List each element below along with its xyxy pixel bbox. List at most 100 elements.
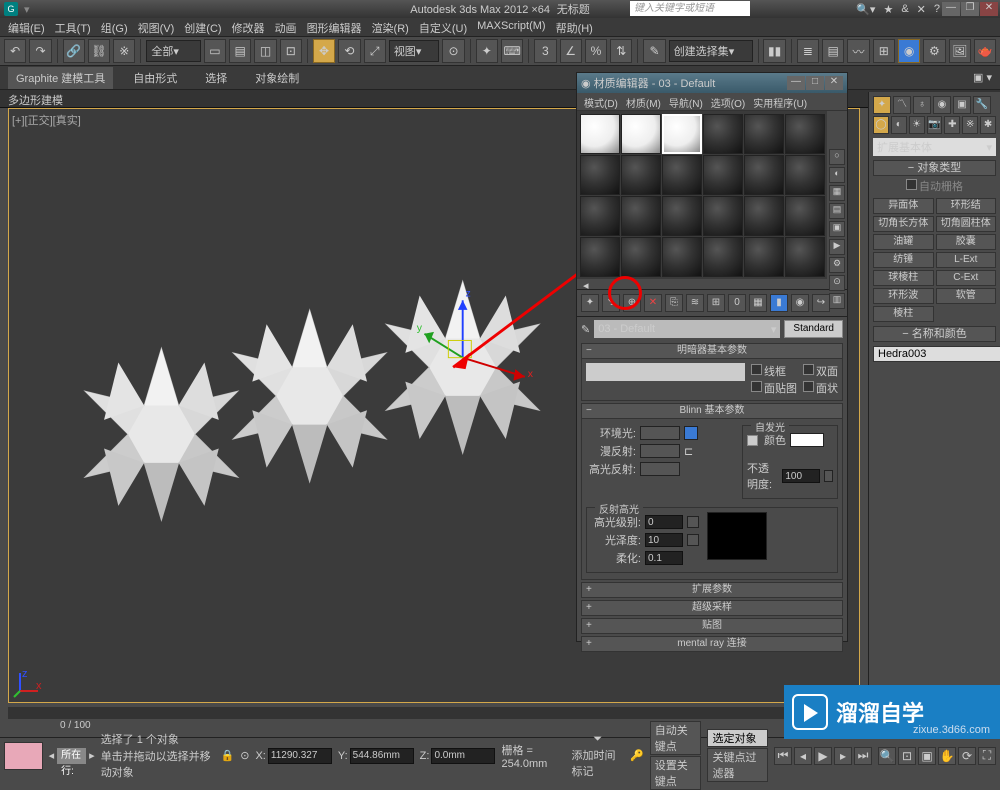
me-close-button[interactable]: ✕ (825, 76, 843, 90)
edit-named-sel-button[interactable]: ✎ (643, 39, 665, 63)
btn-lext[interactable]: L-Ext (936, 252, 997, 268)
two-sided-checkbox[interactable] (803, 364, 814, 375)
modify-tab[interactable]: 〽 (893, 96, 911, 114)
opacity-spinner[interactable] (782, 469, 820, 483)
infocenter[interactable]: 🔍▾ ★ & ✕ ? (856, 3, 940, 16)
material-slot-16[interactable] (703, 196, 743, 236)
me-menu-material[interactable]: 材质(M) (623, 93, 664, 110)
wire-checkbox[interactable] (751, 364, 762, 375)
timeline[interactable] (8, 707, 860, 719)
coord-y-input[interactable] (350, 748, 414, 764)
select-region-button[interactable]: ◫ (254, 39, 276, 63)
curve-editor-button[interactable]: 〰 (847, 39, 869, 63)
go-forward-button[interactable]: ↪ (812, 294, 830, 312)
supersampling-rollout[interactable]: 超级采样 (581, 600, 843, 616)
me-minimize-button[interactable]: — (787, 76, 805, 90)
material-slot-6[interactable] (785, 114, 825, 154)
display-tab[interactable]: ▣ (953, 96, 971, 114)
undo-button[interactable]: ↶ (4, 39, 26, 63)
manipulate-button[interactable]: ✦ (476, 39, 498, 63)
material-slot-4[interactable] (703, 114, 743, 154)
render-setup-button[interactable]: ⚙ (923, 39, 945, 63)
pivot-center-button[interactable]: ⊙ (442, 39, 464, 63)
reset-map-button[interactable]: ✕ (644, 294, 662, 312)
coord-x-input[interactable] (268, 748, 332, 764)
menu-animation[interactable]: 动画 (271, 18, 301, 36)
align-button[interactable]: ≣ (797, 39, 819, 63)
spacewarps-subtab[interactable]: ※ (962, 116, 978, 134)
extended-params-rollout[interactable]: 扩展参数 (581, 582, 843, 598)
btn-prism[interactable]: 棱柱 (873, 306, 934, 322)
menu-modifiers[interactable]: 修改器 (228, 18, 269, 36)
sign-in-icon[interactable]: & (901, 3, 908, 16)
material-slot-21[interactable] (662, 237, 702, 277)
put-to-scene-button[interactable]: ↘ (602, 294, 620, 312)
spec-level-map-button[interactable] (687, 516, 699, 528)
qat-arrow-icon[interactable]: ▾ (24, 3, 30, 16)
unlink-button[interactable]: ⛓ (88, 39, 110, 63)
make-unique-button[interactable]: ≋ (686, 294, 704, 312)
make-copy-button[interactable]: ⎘ (665, 294, 683, 312)
goto-start-button[interactable]: ⏮ (774, 747, 792, 765)
key-filter-selected-dropdown[interactable]: 选定对象 (707, 729, 768, 747)
select-by-mat-button[interactable]: ⊙ (829, 275, 845, 291)
helpers-subtab[interactable]: ✚ (944, 116, 960, 134)
menu-tools[interactable]: 工具(T) (51, 18, 95, 36)
exchange-icon[interactable]: ✕ (917, 3, 926, 16)
star-icon[interactable]: ★ (883, 3, 893, 16)
get-material-button[interactable]: ✦ (581, 294, 599, 312)
lock-selection-icon[interactable]: 🔒 (221, 749, 235, 762)
window-crossing-button[interactable]: ⊡ (280, 39, 302, 63)
material-slot-23[interactable] (744, 237, 784, 277)
render-frame-button[interactable]: 🖼 (949, 39, 971, 63)
goto-end-button[interactable]: ⏭ (854, 747, 872, 765)
material-slot-18[interactable] (785, 196, 825, 236)
material-slot-5[interactable] (744, 114, 784, 154)
background-button[interactable]: ▦ (829, 185, 845, 201)
me-menu-navigate[interactable]: 导航(N) (666, 93, 706, 110)
autogrid-checkbox[interactable] (906, 179, 917, 190)
snap-toggle-button[interactable]: 3 (534, 39, 556, 63)
material-slot-15[interactable] (662, 196, 702, 236)
ribbon-collapse-icon[interactable]: ▣ ▾ (973, 71, 992, 84)
material-slot-19[interactable] (580, 237, 620, 277)
named-sel-dropdown[interactable]: 创建选择集 ▾ (669, 40, 753, 62)
blinn-rollout-header[interactable]: Blinn 基本参数 (581, 403, 843, 419)
object-type-rollout[interactable]: − 对象类型 (873, 160, 996, 176)
btn-oiltank[interactable]: 油罐 (873, 234, 934, 250)
menu-edit[interactable]: 编辑(E) (4, 18, 49, 36)
soften-spinner[interactable] (645, 551, 683, 565)
render-button[interactable]: 🫖 (974, 39, 996, 63)
select-scale-button[interactable]: ⤢ (364, 39, 386, 63)
material-name-dropdown[interactable]: 03 - Default▾ (594, 320, 780, 338)
zoom-button[interactable]: 🔍 (878, 747, 896, 765)
material-slot-22[interactable] (703, 237, 743, 277)
orbit-button[interactable]: ⟳ (958, 747, 976, 765)
self-illum-color-swatch[interactable] (790, 433, 824, 447)
menu-graph[interactable]: 图形编辑器 (303, 18, 366, 36)
make-preview-button[interactable]: ▶ (829, 239, 845, 255)
material-slot-17[interactable] (744, 196, 784, 236)
gloss-spinner[interactable] (645, 533, 683, 547)
ref-coord-dropdown[interactable]: 视图 ▾ (389, 40, 440, 62)
maps-rollout[interactable]: 贴图 (581, 618, 843, 634)
maximize-viewport-button[interactable]: ⛶ (978, 747, 996, 765)
ribbon-tab-selection[interactable]: 选择 (197, 67, 235, 89)
diffuse-color-swatch[interactable] (640, 444, 680, 458)
restore-button[interactable]: ❐ (961, 2, 979, 16)
autokey-button[interactable]: 自动关键点 (650, 721, 702, 755)
link-button[interactable]: 🔗 (63, 39, 85, 63)
select-name-button[interactable]: ▤ (229, 39, 251, 63)
object-name-input[interactable] (873, 346, 1000, 362)
pick-material-button[interactable]: ✎ (581, 323, 590, 336)
backlight-button[interactable]: ◐ (829, 167, 845, 183)
video-check-button[interactable]: ▣ (829, 221, 845, 237)
gloss-map-button[interactable] (687, 534, 699, 546)
ribbon-tab-graphite[interactable]: Graphite 建模工具 (8, 67, 113, 89)
show-end-result-button[interactable]: ▮ (770, 294, 788, 312)
material-slot-8[interactable] (621, 155, 661, 195)
sample-uv-button[interactable]: ▤ (829, 203, 845, 219)
menu-help[interactable]: 帮助(H) (552, 18, 597, 36)
slot-scroll-left[interactable]: ◂ (583, 279, 589, 289)
menu-render[interactable]: 渲染(R) (368, 18, 413, 36)
